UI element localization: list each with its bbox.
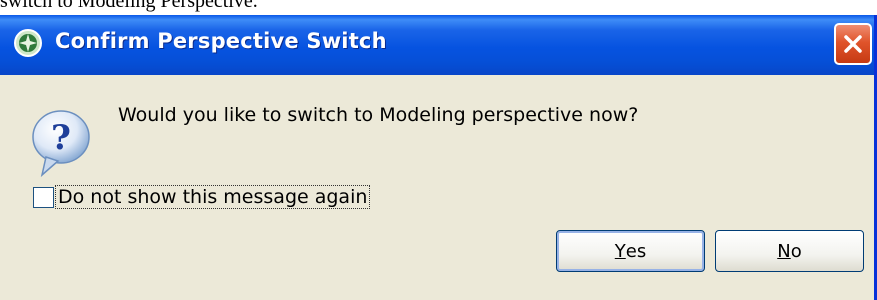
close-icon [844,35,862,53]
dont-show-again-label[interactable]: Do not show this message again [54,185,371,209]
confirm-dialog: Confirm Perspective Switch ? Would you l… [0,15,877,300]
no-button[interactable]: No [715,230,864,272]
yes-button[interactable]: Yes [556,230,705,272]
background-page-text: switch to Modeling Perspective. [0,0,258,12]
no-button-label: o [790,240,802,262]
dont-show-again-checkbox[interactable] [33,187,54,208]
dialog-title: Confirm Perspective Switch [55,29,387,53]
yes-button-label: es [625,240,647,262]
yes-button-accelerator: Y [614,240,626,262]
title-bar[interactable]: Confirm Perspective Switch [0,15,874,75]
eclipse-app-icon [13,28,43,58]
svg-text:?: ? [51,118,71,158]
question-icon: ? [28,103,94,181]
close-button[interactable] [834,23,872,65]
dialog-message: Would you like to switch to Modeling per… [118,104,639,126]
no-button-accelerator: N [777,240,791,262]
